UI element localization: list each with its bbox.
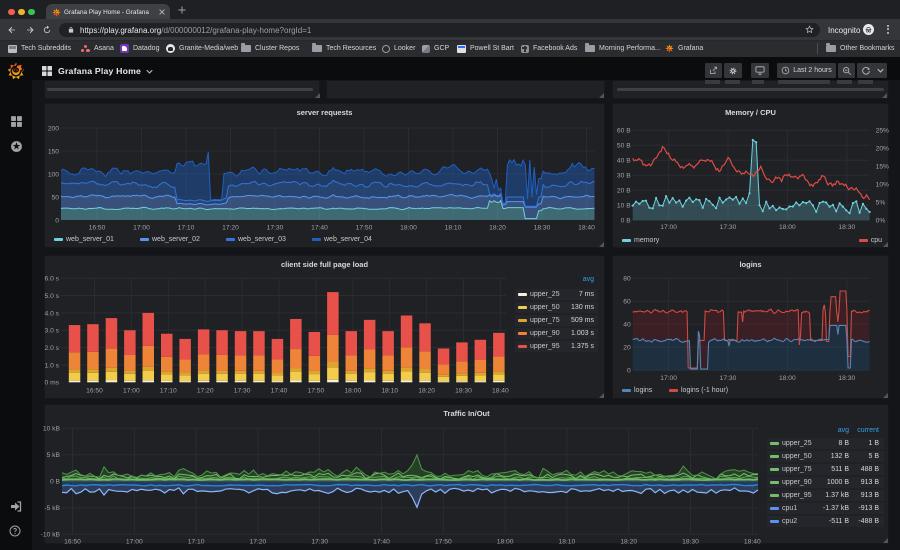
svg-text:18:20: 18:20 bbox=[620, 538, 637, 545]
svg-text:17:30: 17:30 bbox=[234, 388, 251, 395]
svg-text:17:40: 17:40 bbox=[271, 388, 288, 395]
svg-text:18:00: 18:00 bbox=[779, 375, 796, 382]
svg-text:0 ms: 0 ms bbox=[45, 380, 60, 387]
svg-text:17:50: 17:50 bbox=[435, 538, 452, 545]
svg-text:25%: 25% bbox=[876, 128, 889, 135]
svg-text:0: 0 bbox=[55, 217, 59, 224]
svg-text:17:20: 17:20 bbox=[222, 224, 239, 231]
svg-text:16:50: 16:50 bbox=[89, 224, 106, 231]
svg-text:1.0 s: 1.0 s bbox=[45, 362, 60, 369]
svg-text:18:10: 18:10 bbox=[381, 388, 398, 395]
svg-text:18:30: 18:30 bbox=[838, 224, 855, 231]
svg-text:18:10: 18:10 bbox=[445, 224, 462, 231]
svg-text:18:00: 18:00 bbox=[400, 224, 417, 231]
svg-text:15%: 15% bbox=[876, 164, 889, 171]
svg-text:17:10: 17:10 bbox=[178, 224, 195, 231]
svg-text:0 B: 0 B bbox=[621, 218, 632, 225]
svg-text:5 kB: 5 kB bbox=[47, 452, 61, 459]
svg-text:4.0 s: 4.0 s bbox=[45, 310, 60, 317]
svg-text:0%: 0% bbox=[876, 218, 886, 225]
svg-text:10 kB: 10 kB bbox=[43, 426, 61, 433]
svg-text:17:50: 17:50 bbox=[308, 388, 325, 395]
svg-text:18:30: 18:30 bbox=[534, 224, 551, 231]
svg-text:17:40: 17:40 bbox=[311, 224, 328, 231]
svg-text:50 B: 50 B bbox=[617, 143, 631, 150]
svg-text:18:30: 18:30 bbox=[455, 388, 472, 395]
svg-text:18:30: 18:30 bbox=[838, 375, 855, 382]
svg-text:200: 200 bbox=[48, 125, 59, 132]
svg-text:18:20: 18:20 bbox=[418, 388, 435, 395]
svg-text:18:00: 18:00 bbox=[344, 388, 361, 395]
svg-text:150: 150 bbox=[48, 148, 59, 155]
svg-text:17:10: 17:10 bbox=[188, 538, 205, 545]
svg-text:30 B: 30 B bbox=[617, 173, 631, 180]
svg-text:17:00: 17:00 bbox=[660, 375, 677, 382]
svg-text:40 B: 40 B bbox=[617, 158, 631, 165]
svg-text:16:50: 16:50 bbox=[86, 388, 103, 395]
svg-text:17:00: 17:00 bbox=[660, 224, 677, 231]
svg-text:5%: 5% bbox=[876, 200, 886, 207]
svg-text:18:40: 18:40 bbox=[744, 538, 761, 545]
svg-text:10%: 10% bbox=[876, 182, 889, 189]
svg-text:2.0 s: 2.0 s bbox=[45, 345, 60, 352]
svg-text:60 B: 60 B bbox=[617, 128, 631, 135]
svg-text:20: 20 bbox=[623, 345, 631, 352]
svg-text:3.0 s: 3.0 s bbox=[45, 328, 60, 335]
svg-text:-5 kB: -5 kB bbox=[44, 505, 60, 512]
svg-text:18:00: 18:00 bbox=[497, 538, 514, 545]
svg-text:80: 80 bbox=[623, 276, 631, 283]
svg-text:20%: 20% bbox=[876, 146, 889, 153]
svg-text:17:00: 17:00 bbox=[126, 538, 143, 545]
svg-text:17:30: 17:30 bbox=[720, 375, 737, 382]
svg-text:17:30: 17:30 bbox=[267, 224, 284, 231]
svg-text:18:00: 18:00 bbox=[779, 224, 796, 231]
svg-text:17:40: 17:40 bbox=[373, 538, 390, 545]
svg-text:18:10: 18:10 bbox=[559, 538, 576, 545]
svg-text:17:30: 17:30 bbox=[311, 538, 328, 545]
svg-text:50: 50 bbox=[52, 194, 60, 201]
svg-text:40: 40 bbox=[623, 322, 631, 329]
svg-text:6.0 s: 6.0 s bbox=[45, 276, 60, 283]
svg-text:16:50: 16:50 bbox=[64, 538, 81, 545]
svg-text:0: 0 bbox=[627, 368, 631, 375]
svg-text:17:20: 17:20 bbox=[250, 538, 267, 545]
svg-text:5.0 s: 5.0 s bbox=[45, 293, 60, 300]
svg-text:17:00: 17:00 bbox=[123, 388, 140, 395]
svg-text:17:10: 17:10 bbox=[160, 388, 177, 395]
svg-text:17:00: 17:00 bbox=[133, 224, 150, 231]
svg-text:17:30: 17:30 bbox=[720, 224, 737, 231]
svg-text:60: 60 bbox=[623, 299, 631, 306]
svg-text:10 B: 10 B bbox=[617, 203, 631, 210]
svg-text:0 B: 0 B bbox=[50, 479, 61, 486]
svg-text:100: 100 bbox=[48, 171, 59, 178]
svg-text:20 B: 20 B bbox=[617, 188, 631, 195]
svg-text:18:20: 18:20 bbox=[489, 224, 506, 231]
svg-text:18:40: 18:40 bbox=[578, 224, 595, 231]
svg-text:17:20: 17:20 bbox=[197, 388, 214, 395]
svg-text:18:40: 18:40 bbox=[492, 388, 509, 395]
svg-text:17:50: 17:50 bbox=[356, 224, 373, 231]
svg-text:18:30: 18:30 bbox=[682, 538, 699, 545]
svg-text:-10 kB: -10 kB bbox=[41, 532, 61, 539]
